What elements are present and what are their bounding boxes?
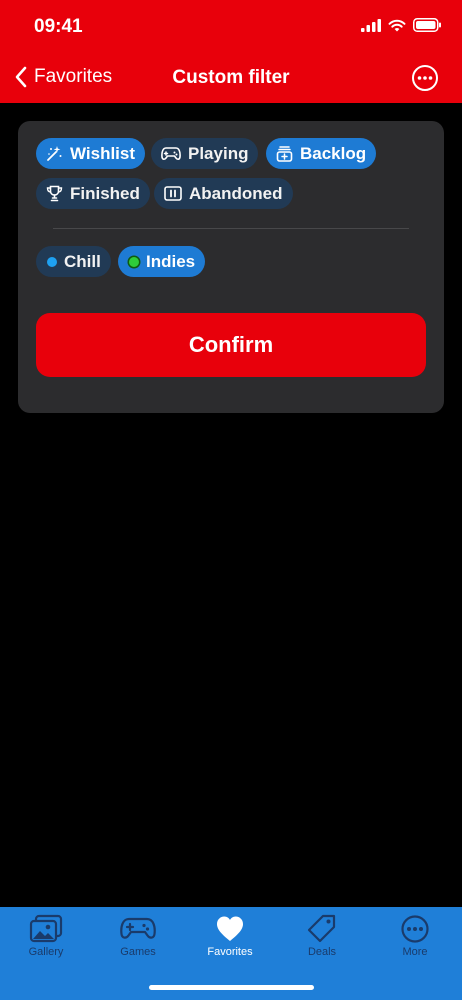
- home-indicator: [149, 985, 314, 990]
- header: 09:41 Favorites Custom filter: [0, 0, 462, 103]
- tab-label: Gallery: [28, 946, 64, 958]
- tag-chip-indies[interactable]: Indies: [118, 246, 206, 277]
- filter-chip-label: Finished: [70, 183, 140, 203]
- filter-chip-playing[interactable]: Playing: [151, 138, 259, 169]
- tag-color-dot: [47, 256, 57, 267]
- filter-chip-label: Playing: [188, 143, 249, 163]
- heart-icon: [217, 916, 243, 941]
- tab-label: More: [402, 946, 428, 958]
- filter-chip-label: Backlog: [300, 143, 367, 163]
- tag-chip-label: Indies: [146, 251, 196, 271]
- filter-chip-abandoned[interactable]: Abandoned: [154, 178, 293, 209]
- battery-icon: [413, 18, 441, 32]
- filter-chip-label: Abandoned: [189, 183, 283, 203]
- tab-label: Games: [120, 946, 156, 958]
- divider: [53, 228, 409, 229]
- confirm-button[interactable]: Confirm: [36, 313, 426, 377]
- tab-games[interactable]: Games: [92, 914, 184, 958]
- trophy-icon: [46, 185, 63, 202]
- tab-deals[interactable]: Deals: [276, 914, 368, 958]
- gamepad-icon: [161, 147, 181, 161]
- tag-chip-chill[interactable]: Chill: [36, 246, 111, 277]
- tab-favorites[interactable]: Favorites: [184, 914, 276, 958]
- pause-icon: [164, 186, 182, 201]
- filter-chip-label: Wishlist: [70, 143, 136, 163]
- tab-label: Favorites: [207, 946, 253, 958]
- tab-gallery[interactable]: Gallery: [0, 914, 92, 958]
- filter-card: Wishlist Playing Backlog Finished Abando…: [18, 121, 444, 413]
- tag-chip-label: Chill: [64, 251, 101, 271]
- tag-icon: [307, 914, 336, 943]
- filter-chip-finished[interactable]: Finished: [36, 178, 150, 209]
- backlog-icon: [276, 146, 293, 162]
- tab-more[interactable]: More: [369, 914, 461, 958]
- wifi-icon: [388, 19, 406, 31]
- signal-icon: [361, 18, 381, 32]
- filter-chip-backlog[interactable]: Backlog: [266, 138, 377, 169]
- status-icons: [361, 18, 442, 32]
- more-icon: [401, 915, 429, 943]
- page-title: Custom filter: [172, 67, 290, 88]
- more-options-button[interactable]: [411, 64, 439, 92]
- gamepad-icon: [120, 917, 156, 939]
- tag-color-dot: [129, 256, 139, 267]
- status-time: 09:41: [34, 16, 83, 37]
- sparkles-icon: [47, 146, 62, 161]
- filter-chip-wishlist[interactable]: Wishlist: [36, 138, 146, 169]
- tab-label: Deals: [307, 946, 337, 958]
- gallery-icon: [29, 914, 63, 943]
